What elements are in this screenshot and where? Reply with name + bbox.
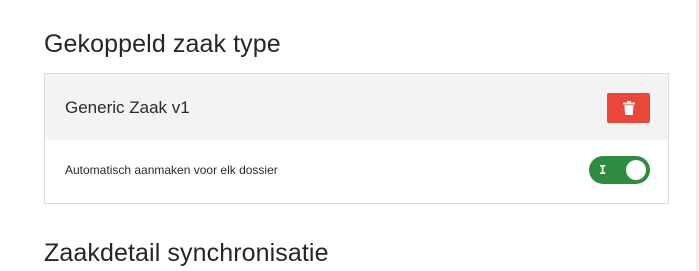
auto-create-label: Automatisch aanmaken voor elk dossier: [65, 163, 278, 177]
delete-linked-case-button[interactable]: [607, 93, 650, 123]
section-heading-linked-case-type: Gekoppeld zaak type: [44, 30, 281, 58]
linked-case-name: Generic Zaak v1: [65, 98, 190, 117]
trash-icon: [622, 101, 635, 115]
toggle-knob: [626, 160, 646, 180]
linked-case-card-header: Generic Zaak v1: [45, 74, 668, 140]
auto-create-option-row: Automatisch aanmaken voor elk dossier I: [45, 140, 668, 203]
auto-create-toggle[interactable]: I: [589, 156, 650, 184]
toggle-on-indicator: I: [599, 163, 607, 177]
linked-case-card: Generic Zaak v1 Automatisch aanmaken voo…: [44, 73, 669, 204]
section-heading-case-detail-sync: Zaakdetail synchronisatie: [44, 239, 329, 267]
